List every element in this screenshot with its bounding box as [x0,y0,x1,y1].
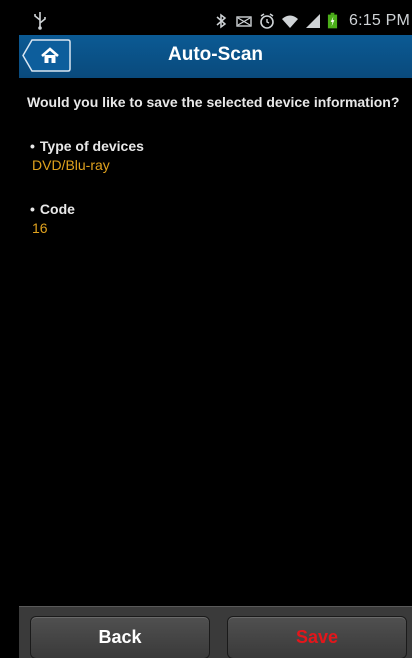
save-button[interactable]: Save [227,616,407,658]
bullet-icon: • [30,201,35,217]
bluetooth-icon [216,13,227,29]
no-signal-icon [236,16,252,27]
alarm-icon [260,13,274,29]
wifi-icon [282,15,298,28]
field-value: DVD/Blu-ray [32,157,110,173]
footer-bar: Back Save [19,606,412,658]
battery-icon [327,12,338,29]
bullet-icon: • [30,138,35,154]
field-value: 16 [32,220,48,236]
field-device-type: • Type of devices DVD/Blu-ray [30,138,144,173]
signal-icon [306,14,320,28]
status-clock: 6:15 PM [349,12,410,29]
status-icons [212,11,338,31]
field-label: Code [39,201,75,217]
status-bar: 6:15 PM [19,8,412,35]
device-screen: 6:15 PM Auto-Scan Would you like to save… [0,0,412,658]
page-title: Auto-Scan [168,44,263,65]
title-bar: Auto-Scan [19,35,412,78]
field-code: • Code 16 [30,201,75,236]
back-button[interactable]: Back [30,616,210,658]
field-label: Type of devices [39,138,144,154]
usb-icon [34,12,46,30]
confirm-question: Would you like to save the selected devi… [27,94,400,110]
main-content: Would you like to save the selected devi… [19,78,412,606]
